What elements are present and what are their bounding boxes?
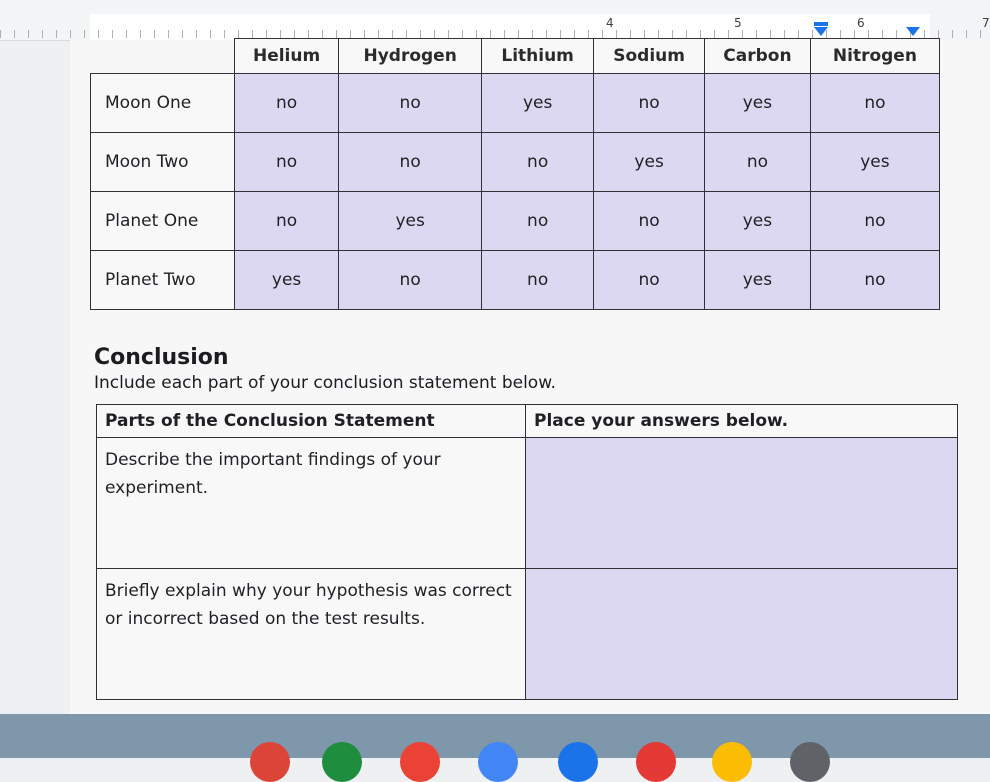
row-header[interactable]: Planet Two <box>90 250 235 310</box>
right-indent-marker[interactable] <box>906 27 920 36</box>
conclusion-heading: Conclusion <box>94 345 229 370</box>
table-cell[interactable]: no <box>338 250 483 310</box>
table-row: Planet One no yes no no yes no <box>90 191 941 251</box>
column-header[interactable]: Lithium <box>481 38 595 74</box>
row-header[interactable]: Moon One <box>90 73 235 133</box>
conclusion-header-row: Parts of the Conclusion Statement Place … <box>96 404 958 438</box>
ruler: 4 5 6 7 <box>0 0 990 41</box>
table-cell[interactable]: no <box>481 250 595 310</box>
table-cell[interactable]: no <box>704 132 811 192</box>
row-header[interactable]: Moon Two <box>90 132 235 192</box>
ruler-ticks <box>0 30 990 38</box>
table-row: Moon One no no yes no yes no <box>90 73 941 133</box>
table-cell[interactable]: no <box>338 73 483 133</box>
table-cell[interactable]: no <box>233 132 340 192</box>
column-header[interactable]: Carbon <box>704 38 811 74</box>
table-cell[interactable]: yes <box>704 73 811 133</box>
conclusion-prompt[interactable]: Briefly explain why your hypothesis was … <box>96 568 526 700</box>
youtube-icon[interactable] <box>636 742 676 782</box>
table-header-row: Helium Hydrogen Lithium Sodium Carbon Ni… <box>90 38 941 74</box>
conclusion-instruction: Include each part of your conclusion sta… <box>94 373 556 393</box>
ruler-number: 5 <box>734 16 742 30</box>
ruler-number: 6 <box>857 16 865 30</box>
column-header[interactable]: Nitrogen <box>809 38 941 74</box>
conclusion-header-left[interactable]: Parts of the Conclusion Statement <box>96 404 526 438</box>
element-test-table: Helium Hydrogen Lithium Sodium Carbon Ni… <box>90 38 941 310</box>
conclusion-row: Describe the important findings of your … <box>96 437 958 569</box>
table-cell[interactable]: no <box>593 250 706 310</box>
table-cell[interactable]: no <box>809 250 941 310</box>
table-cell[interactable]: no <box>481 191 595 251</box>
table-cell[interactable]: no <box>481 132 595 192</box>
table-cell[interactable]: yes <box>704 191 811 251</box>
conclusion-prompt[interactable]: Describe the important findings of your … <box>96 437 526 569</box>
first-line-indent-marker[interactable] <box>814 22 828 26</box>
column-header[interactable]: Sodium <box>593 38 706 74</box>
classroom-icon[interactable] <box>322 742 362 782</box>
files-icon[interactable] <box>558 742 598 782</box>
table-row: Planet Two yes no no no yes no <box>90 250 941 310</box>
conclusion-header-right[interactable]: Place your answers below. <box>525 404 958 438</box>
table-row: Moon Two no no no yes no yes <box>90 132 941 192</box>
calendar-icon[interactable] <box>478 742 518 782</box>
table-cell[interactable]: no <box>809 73 941 133</box>
left-indent-marker[interactable] <box>814 27 828 36</box>
table-cell[interactable]: no <box>809 191 941 251</box>
conclusion-table: Parts of the Conclusion Statement Place … <box>96 404 958 700</box>
table-cell[interactable]: no <box>338 132 483 192</box>
column-header[interactable]: Helium <box>233 38 340 74</box>
table-cell[interactable]: no <box>593 73 706 133</box>
table-cell[interactable]: yes <box>338 191 483 251</box>
table-cell[interactable]: yes <box>704 250 811 310</box>
table-cell[interactable]: yes <box>593 132 706 192</box>
gmail-icon[interactable] <box>400 742 440 782</box>
table-cell[interactable]: yes <box>233 250 340 310</box>
table-cell[interactable]: no <box>593 191 706 251</box>
table-cell[interactable]: yes <box>809 132 941 192</box>
settings-icon[interactable] <box>790 742 830 782</box>
chrome-icon[interactable] <box>250 742 290 782</box>
photos-icon[interactable] <box>712 742 752 782</box>
ruler-number: 4 <box>606 16 614 30</box>
ruler-number: 7 <box>982 16 990 30</box>
conclusion-answer-field[interactable] <box>525 437 958 569</box>
table-cell[interactable]: yes <box>481 73 595 133</box>
column-header[interactable]: Hydrogen <box>338 38 483 74</box>
row-header[interactable]: Planet One <box>90 191 235 251</box>
conclusion-row: Briefly explain why your hypothesis was … <box>96 568 958 700</box>
corner-cell <box>90 38 235 74</box>
table-cell[interactable]: no <box>233 191 340 251</box>
table-cell[interactable]: no <box>233 73 340 133</box>
shelf-dock <box>0 714 990 782</box>
conclusion-answer-field[interactable] <box>525 568 958 700</box>
